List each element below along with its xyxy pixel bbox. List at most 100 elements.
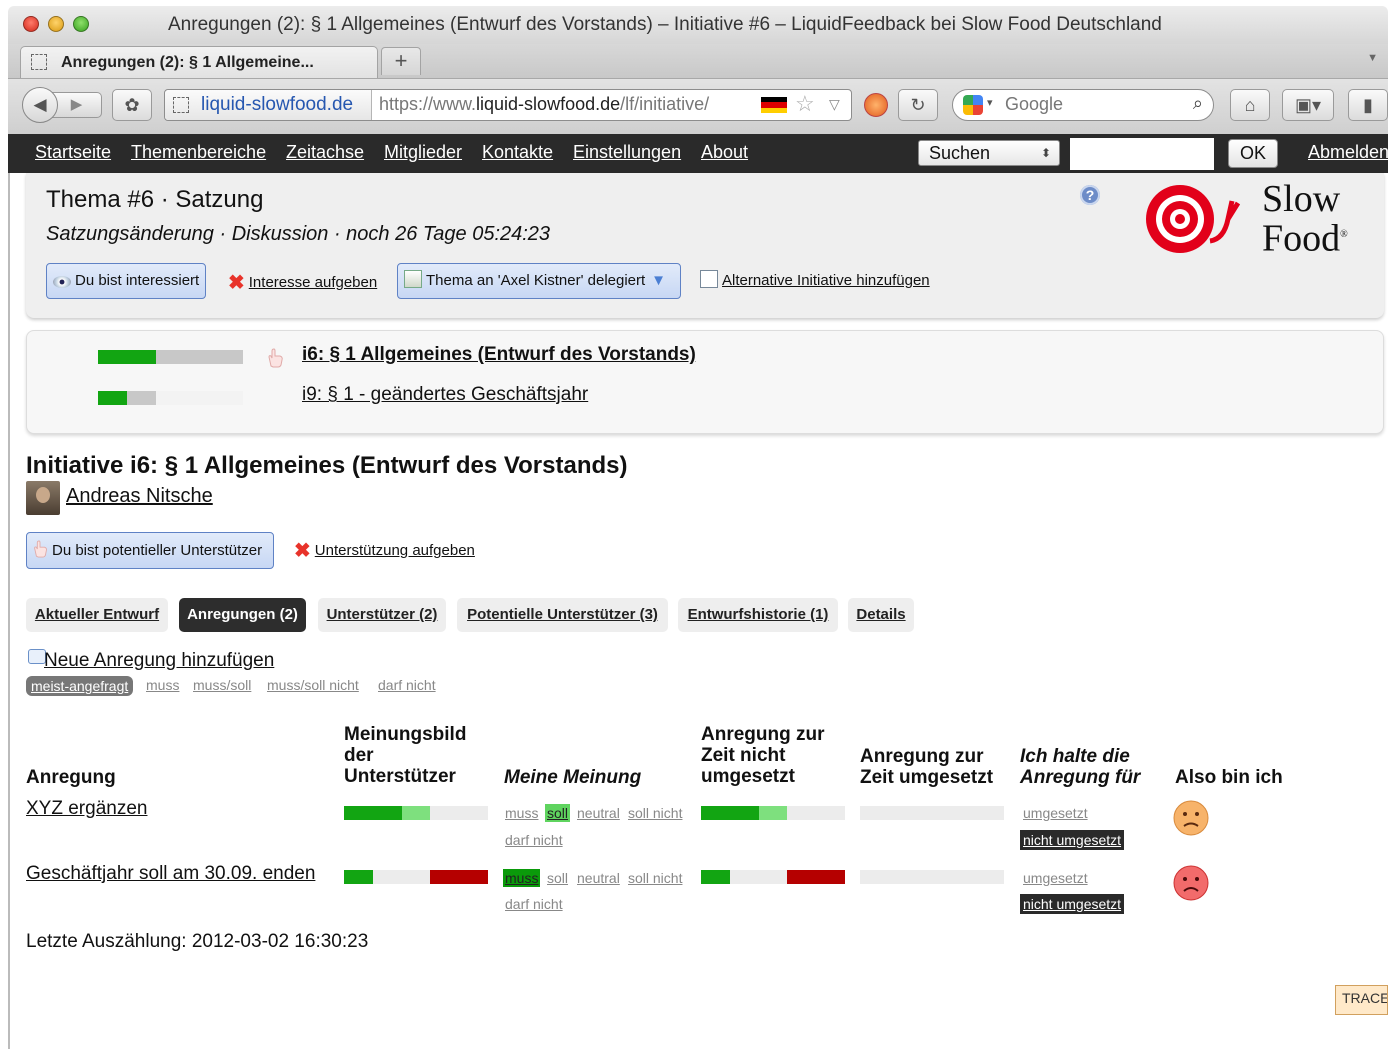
logo-wordmark: Slow Food®: [1262, 180, 1348, 258]
col-meine-meinung: Meine Meinung: [504, 767, 642, 788]
col-umgesetzt: Anregung zur Zeit umgesetzt: [860, 746, 993, 788]
topic-link[interactable]: Thema #6: [46, 186, 154, 213]
delegation-label: Thema an 'Axel Kistner' delegiert: [426, 272, 646, 289]
menu-einstellungen[interactable]: Einstellungen: [573, 142, 681, 163]
opinion-neutral[interactable]: neutral: [577, 805, 620, 821]
suggestion-link-1[interactable]: XYZ ergänzen: [26, 798, 147, 820]
tab-potentielle-unterstuetzer[interactable]: Potentielle Unterstützer (3): [457, 598, 668, 632]
delegation-button[interactable]: Thema an 'Axel Kistner' delegiert ▼: [397, 263, 681, 299]
opinion-muss[interactable]: muss: [503, 869, 541, 887]
web-search-box[interactable]: ▾ Google ⌕: [952, 89, 1214, 121]
filter-muss[interactable]: muss: [146, 677, 179, 693]
opinion-muss[interactable]: muss: [505, 805, 538, 821]
blocker-icon[interactable]: [864, 93, 888, 117]
filter-darf-nicht[interactable]: darf nicht: [378, 677, 436, 693]
site-search-input[interactable]: [1070, 138, 1214, 170]
filter-muss-soll[interactable]: muss/soll: [193, 677, 251, 693]
not-fulfilled-bar: [701, 806, 845, 820]
policy-link[interactable]: Satzungsänderung: [46, 223, 214, 245]
tab-entwurfshistorie[interactable]: Entwurfshistorie (1): [678, 598, 838, 632]
opinion-darf-nicht[interactable]: darf nicht: [505, 832, 563, 848]
logout-link[interactable]: Abmelden: [1308, 142, 1388, 163]
engine-dropdown-icon[interactable]: ▾: [987, 96, 993, 109]
filter-meist-angefragt[interactable]: meist-angefragt: [26, 676, 134, 696]
not-fulfilled-option[interactable]: nicht umgesetzt: [1020, 894, 1125, 914]
window-zoom-button[interactable]: [73, 16, 89, 32]
browser-tab-title: Anregungen (2): § 1 Allgemeine...: [61, 54, 314, 71]
initiative-link-i6[interactable]: i6: § 1 Allgemeines (Entwurf des Vorstan…: [302, 344, 696, 366]
add-alternative-label: Alternative Initiative hinzufügen: [722, 272, 930, 289]
bookmark-star-icon[interactable]: ☆: [795, 91, 815, 117]
back-button[interactable]: ◀: [22, 87, 58, 123]
add-alternative-link[interactable]: Alternative Initiative hinzufügen: [700, 270, 930, 289]
suggestion-link-2[interactable]: Geschäftjahr soll am 30.09. enden: [26, 863, 315, 885]
content-border: [8, 173, 10, 1049]
interested-button[interactable]: Du bist interessiert: [46, 263, 207, 299]
area-link[interactable]: Satzung: [175, 186, 263, 213]
site-identity-label: liquid-slowfood.de: [201, 94, 354, 115]
drop-interest-link[interactable]: ✖ Interesse aufgeben: [228, 270, 377, 295]
fulfilled-option[interactable]: umgesetzt: [1023, 805, 1088, 821]
last-count: Letzte Auszählung: 2012-03-02 16:30:23: [26, 931, 369, 952]
unsupport-link[interactable]: ✖ Unterstützung aufgeben: [294, 538, 475, 563]
opinion-neutral[interactable]: neutral: [577, 870, 620, 886]
forward-button[interactable]: ▶: [52, 92, 102, 118]
initiative-link-i9[interactable]: i9: § 1 - geändertes Geschäftsjahr: [302, 384, 588, 406]
url-host: liquid-slowfood.de: [476, 94, 621, 114]
topic-title: Thema #6 · Satzung: [46, 186, 263, 214]
tab-anregungen[interactable]: Anregungen (2): [179, 598, 306, 632]
menu-themenbereiche[interactable]: Themenbereiche: [131, 142, 266, 163]
unsupport-label: Unterstützung aufgeben: [314, 542, 475, 559]
opinion-soll[interactable]: soll: [547, 870, 568, 886]
search-icon[interactable]: ⌕: [1193, 93, 1203, 114]
add-suggestion-link[interactable]: Neue Anregung hinzufügen: [28, 649, 274, 672]
opinion-soll-nicht[interactable]: soll nicht: [628, 805, 682, 821]
opinion-darf-nicht[interactable]: darf nicht: [505, 896, 563, 912]
menu-about[interactable]: About: [701, 142, 748, 163]
slow-food-logo: Slow Food®: [1132, 180, 1368, 258]
window-minimize-button[interactable]: [48, 16, 64, 32]
topic-state: · Diskussion · noch 26 Tage 05:24:23: [213, 223, 551, 245]
url-dropdown-icon[interactable]: ▽: [829, 96, 840, 113]
potential-bar-fill: [156, 350, 243, 364]
potential-supporter-button[interactable]: Du bist potentieller Unterstützer: [26, 532, 274, 569]
logo-registered-mark: ®: [1340, 229, 1348, 240]
bookmarks-button[interactable]: ▣▾: [1282, 89, 1334, 121]
search-scope-select[interactable]: Suchen ⬍: [918, 140, 1060, 166]
opinion-soll[interactable]: soll: [545, 804, 571, 822]
url-bar[interactable]: liquid-slowfood.de https://www.liquid-sl…: [164, 89, 852, 121]
col-nicht-umgesetzt: Anregung zur Zeit nicht umgesetzt: [701, 724, 825, 787]
support-bar-i6: [98, 350, 243, 364]
fulfilled-option[interactable]: umgesetzt: [1023, 870, 1088, 886]
menu-startseite[interactable]: Startseite: [35, 142, 111, 163]
reload-button[interactable]: ↻: [898, 89, 938, 121]
author-link[interactable]: Andreas Nitsche: [66, 485, 213, 508]
menu-mitglieder[interactable]: Mitglieder: [384, 142, 462, 163]
initiative-heading: Initiative i6: § 1 Allgemeines (Entwurf …: [26, 452, 628, 479]
tab-aktueller-entwurf[interactable]: Aktueller Entwurf: [26, 598, 168, 632]
sidebar-button[interactable]: ▮: [1348, 89, 1388, 121]
menu-zeitachse[interactable]: Zeitachse: [286, 142, 364, 163]
not-fulfilled-option[interactable]: nicht umgesetzt: [1020, 830, 1125, 850]
tab-unterstuetzer[interactable]: Unterstützer (2): [318, 598, 446, 632]
add-suggestion-label: Neue Anregung hinzufügen: [44, 650, 275, 671]
fulfilled-bar: [860, 806, 1004, 820]
search-ok-button[interactable]: OK: [1228, 139, 1278, 168]
home-button[interactable]: ⌂: [1230, 89, 1270, 121]
addon-button[interactable]: ✿: [112, 89, 152, 121]
opinion-bar: [344, 870, 488, 884]
menu-kontakte[interactable]: Kontakte: [482, 142, 553, 163]
filter-muss-soll-nicht[interactable]: muss/soll nicht: [267, 677, 359, 693]
help-icon[interactable]: ?: [1080, 185, 1100, 205]
tab-list-icon[interactable]: ▼: [1367, 52, 1378, 64]
browser-tab[interactable]: Anregungen (2): § 1 Allgemeine...: [20, 46, 378, 78]
col-meinungsbild: Meinungsbild der Unterstützer: [344, 724, 466, 787]
site-identity-button[interactable]: liquid-slowfood.de: [165, 90, 372, 120]
trace-button[interactable]: TRACE: [1335, 985, 1388, 1015]
chevron-down-icon: ▼: [651, 272, 667, 289]
tab-details[interactable]: Details: [848, 598, 914, 632]
header-line: Zeit umgesetzt: [860, 767, 994, 788]
new-tab-button[interactable]: +: [381, 47, 421, 75]
opinion-soll-nicht[interactable]: soll nicht: [628, 870, 682, 886]
window-close-button[interactable]: [23, 16, 39, 32]
